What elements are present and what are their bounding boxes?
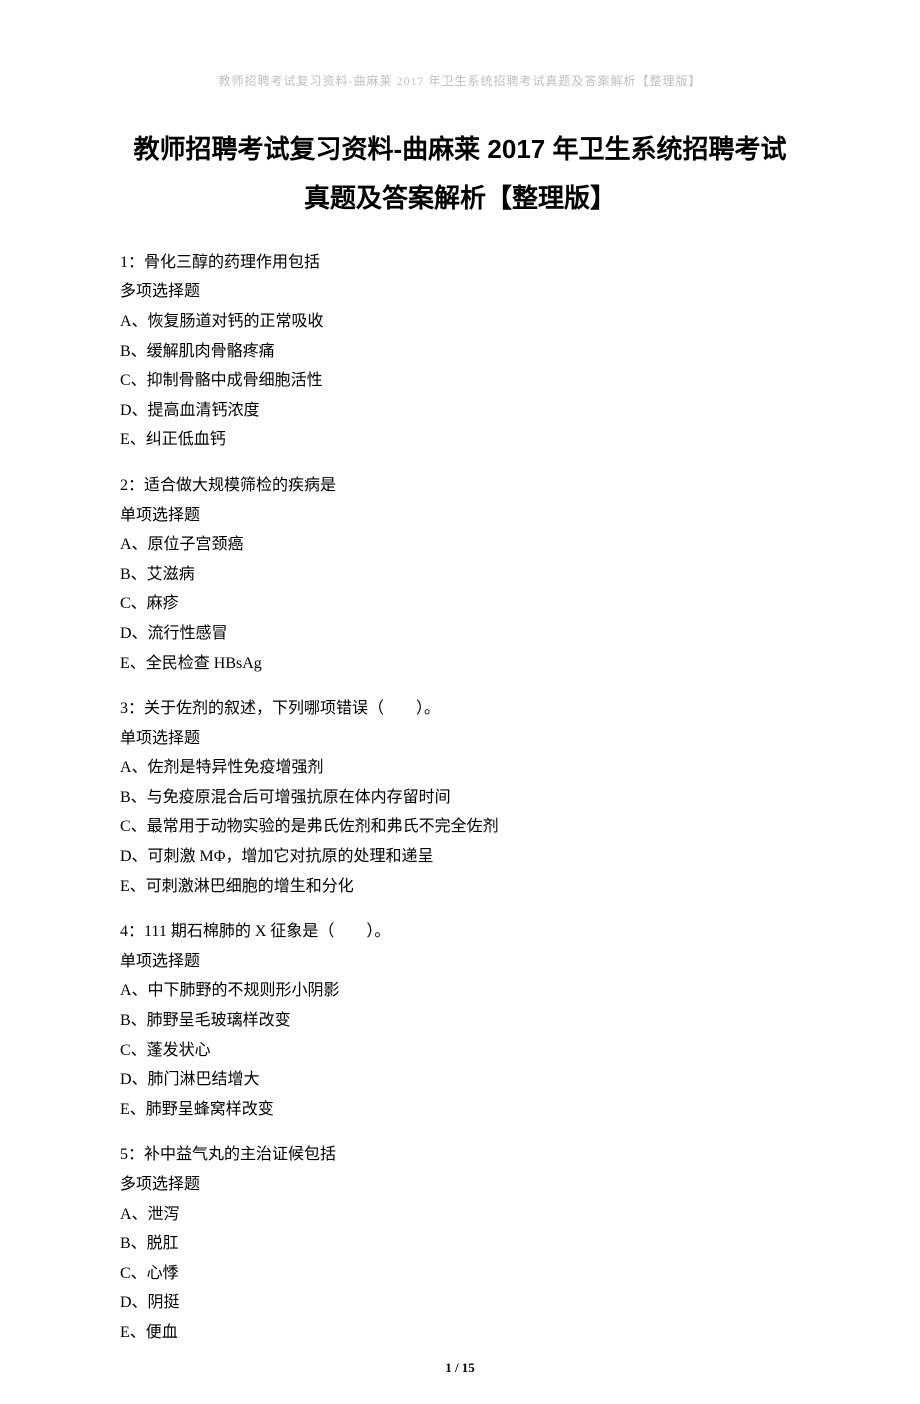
question-block: 4：111 期石棉肺的 X 征象是（ ）。 单项选择题 A、中下肺野的不规则形小…	[120, 917, 800, 1124]
option: C、蓬发状心	[120, 1036, 800, 1066]
option: E、肺野呈蜂窝样改变	[120, 1095, 800, 1125]
option: D、提高血清钙浓度	[120, 396, 800, 426]
option: A、原位子宫颈癌	[120, 530, 800, 560]
option: A、中下肺野的不规则形小阴影	[120, 976, 800, 1006]
option: E、可刺激淋巴细胞的增生和分化	[120, 872, 800, 902]
question-stem: 4：111 期石棉肺的 X 征象是（ ）。	[120, 917, 800, 947]
option: C、抑制骨骼中成骨细胞活性	[120, 366, 800, 396]
option: B、脱肛	[120, 1229, 800, 1259]
option: B、缓解肌肉骨骼疼痛	[120, 337, 800, 367]
page-container: 教师招聘考试复习资料-曲麻莱 2017 年卫生系统招聘考试真题及答案解析【整理版…	[0, 0, 920, 1404]
question-type: 单项选择题	[120, 947, 800, 977]
question-stem: 5：补中益气丸的主治证候包括	[120, 1140, 800, 1170]
option: A、泄泻	[120, 1200, 800, 1230]
question-stem: 2：适合做大规模筛检的疾病是	[120, 471, 800, 501]
option: E、便血	[120, 1318, 800, 1348]
question-type: 多项选择题	[120, 1170, 800, 1200]
question-type: 单项选择题	[120, 724, 800, 754]
option: D、流行性感冒	[120, 619, 800, 649]
title-line-2: 真题及答案解析【整理版】	[120, 174, 800, 223]
title-line-1: 教师招聘考试复习资料-曲麻莱 2017 年卫生系统招聘考试	[120, 125, 800, 174]
option: C、麻疹	[120, 589, 800, 619]
option: C、最常用于动物实验的是弗氏佐剂和弗氏不完全佐剂	[120, 812, 800, 842]
option: D、肺门淋巴结增大	[120, 1065, 800, 1095]
option: A、恢复肠道对钙的正常吸收	[120, 307, 800, 337]
question-block: 2：适合做大规模筛检的疾病是 单项选择题 A、原位子宫颈癌 B、艾滋病 C、麻疹…	[120, 471, 800, 678]
page-number: 1 / 15	[0, 1360, 920, 1376]
question-block: 5：补中益气丸的主治证候包括 多项选择题 A、泄泻 B、脱肛 C、心悸 D、阴挺…	[120, 1140, 800, 1347]
option: E、全民检查 HBsAg	[120, 649, 800, 679]
running-header: 教师招聘考试复习资料-曲麻莱 2017 年卫生系统招聘考试真题及答案解析【整理版…	[120, 72, 800, 89]
document-title: 教师招聘考试复习资料-曲麻莱 2017 年卫生系统招聘考试 真题及答案解析【整理…	[120, 125, 800, 224]
option: E、纠正低血钙	[120, 425, 800, 455]
question-stem: 1：骨化三醇的药理作用包括	[120, 248, 800, 278]
question-type: 单项选择题	[120, 501, 800, 531]
option: D、可刺激 MΦ，增加它对抗原的处理和递呈	[120, 842, 800, 872]
option: B、与免疫原混合后可增强抗原在体内存留时间	[120, 783, 800, 813]
option: B、艾滋病	[120, 560, 800, 590]
option: A、佐剂是特异性免疫增强剂	[120, 753, 800, 783]
option: D、阴挺	[120, 1288, 800, 1318]
question-stem: 3：关于佐剂的叙述，下列哪项错误（ ）。	[120, 694, 800, 724]
question-type: 多项选择题	[120, 277, 800, 307]
option: C、心悸	[120, 1259, 800, 1289]
question-block: 3：关于佐剂的叙述，下列哪项错误（ ）。 单项选择题 A、佐剂是特异性免疫增强剂…	[120, 694, 800, 901]
option: B、肺野呈毛玻璃样改变	[120, 1006, 800, 1036]
question-block: 1：骨化三醇的药理作用包括 多项选择题 A、恢复肠道对钙的正常吸收 B、缓解肌肉…	[120, 248, 800, 455]
